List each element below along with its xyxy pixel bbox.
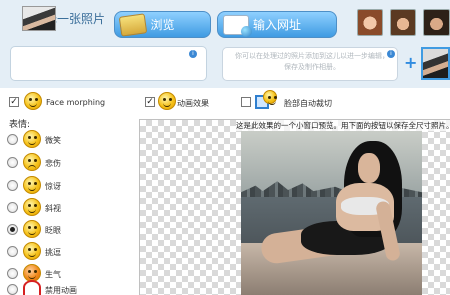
- animated-smiley-icon: [158, 92, 176, 110]
- expression-label-angry: 生气: [45, 270, 61, 279]
- crop-face-icon: [255, 90, 277, 110]
- preview-photo: [241, 131, 422, 295]
- expression-radio-surprise[interactable]: [7, 180, 18, 191]
- expression-radio-sad[interactable]: [7, 157, 18, 168]
- expression-label-sad: 悲伤: [45, 159, 61, 168]
- wink-icon: [23, 220, 41, 238]
- tease-icon: [23, 242, 41, 260]
- sad-icon: [23, 153, 41, 171]
- info-icon[interactable]: i: [189, 50, 197, 58]
- animation-effect-label: 动画效果: [177, 99, 209, 108]
- auto-crop-label: 脸部自动裁切: [284, 99, 332, 108]
- expression-label-surprise: 惊讶: [45, 182, 61, 191]
- current-photo-slot[interactable]: [10, 46, 207, 81]
- expression-label-smile: 微笑: [45, 136, 61, 145]
- expression-radio-disable-animation[interactable]: [7, 284, 18, 295]
- face-morphing-label: Face morphing: [46, 98, 106, 107]
- expression-radio-tease[interactable]: [7, 246, 18, 257]
- expression-label-squint: 斜视: [45, 204, 61, 213]
- sample-face-1[interactable]: [357, 9, 383, 36]
- enter-url-button[interactable]: 输入网址: [217, 11, 337, 38]
- no-animation-icon: [23, 280, 41, 295]
- smile-icon: [23, 130, 41, 148]
- browse-button[interactable]: 浏览: [114, 11, 211, 38]
- tray-info-icon[interactable]: i: [387, 50, 395, 58]
- add-to-tray-icon[interactable]: +: [404, 55, 417, 71]
- smiley-icon: [24, 92, 42, 110]
- browse-button-label: 浏览: [150, 18, 175, 32]
- sample-face-2[interactable]: [390, 9, 416, 36]
- expression-radio-wink[interactable]: [7, 224, 18, 235]
- expression-label-disable-animation: 禁用动画: [45, 286, 77, 295]
- face-morphing-checkbox[interactable]: ✓: [9, 97, 19, 107]
- sample-face-3[interactable]: [423, 9, 450, 36]
- expressions-heading: 表情:: [9, 120, 31, 130]
- tray-hint-text: 你可以在处理过的照片添加到这儿以进一步编辑，保存及制作相册。: [235, 52, 389, 71]
- expression-radio-squint[interactable]: [7, 202, 18, 213]
- expression-label-tease: 挑逗: [45, 248, 61, 257]
- enter-url-button-label: 输入网址: [252, 18, 301, 32]
- preview-caption: 这是此效果的一个小窗口预览。用下面的按钮以保存全尺寸照片。: [236, 120, 450, 131]
- expression-radio-smile[interactable]: [7, 134, 18, 145]
- surprise-icon: [23, 176, 41, 194]
- auto-crop-checkbox[interactable]: [241, 97, 251, 107]
- expression-radio-angry[interactable]: [7, 268, 18, 279]
- tray-photo-thumbnail[interactable]: [421, 47, 450, 80]
- current-photo-thumbnail[interactable]: [22, 6, 56, 31]
- squint-icon: [23, 198, 41, 216]
- expression-label-wink: 眨眼: [45, 226, 61, 235]
- animation-effect-checkbox[interactable]: ✓: [145, 97, 155, 107]
- smiley-icon: [263, 90, 277, 105]
